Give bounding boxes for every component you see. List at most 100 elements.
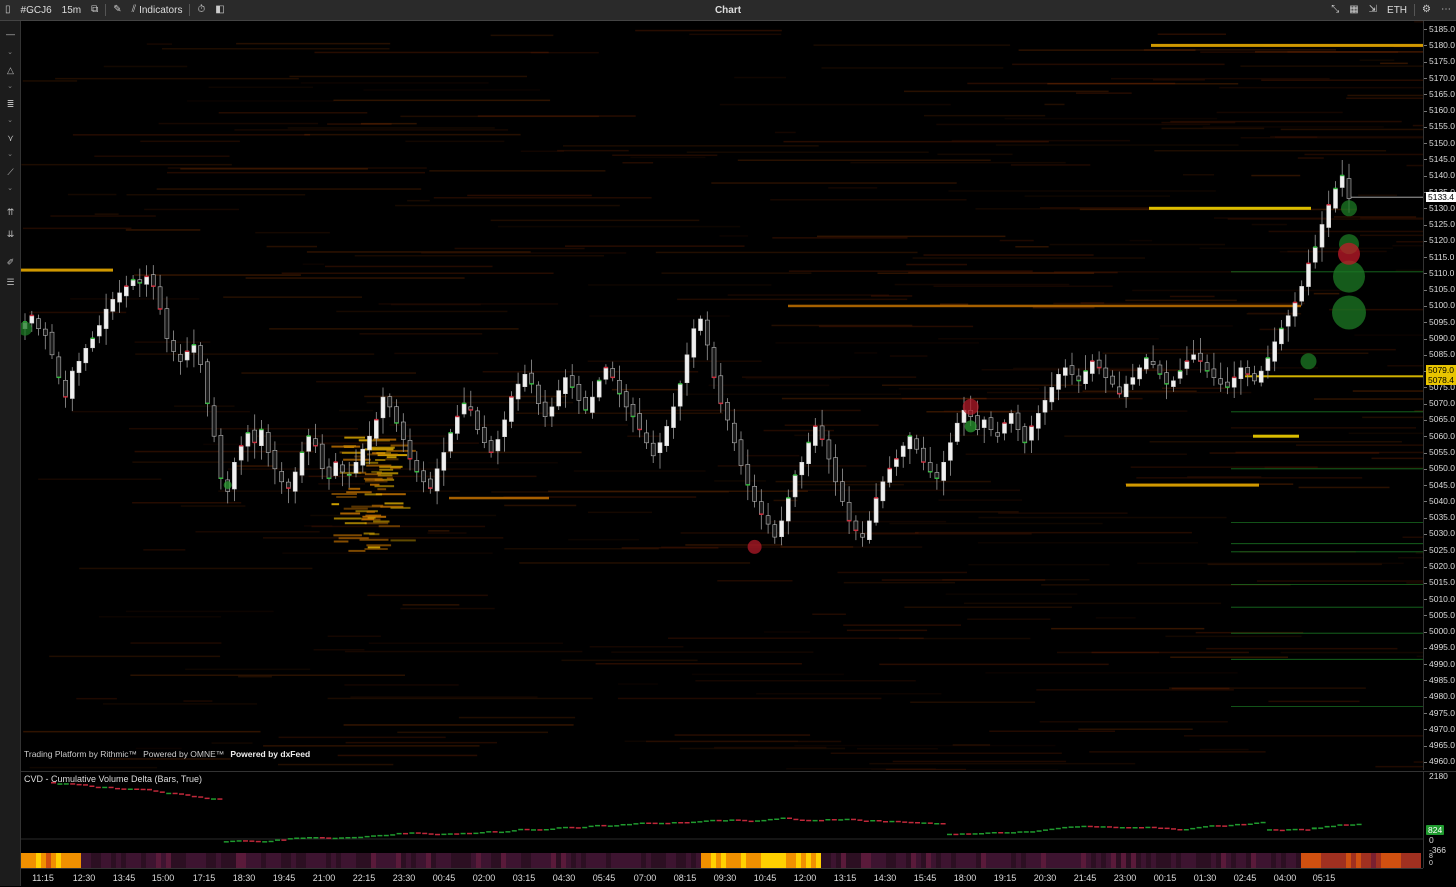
cvd-bar — [915, 822, 920, 824]
short-position-tool[interactable]: ⇊ — [5, 229, 16, 240]
candle-delta-mark — [631, 416, 635, 418]
price-tick — [1424, 534, 1427, 535]
liquidity-streak — [1045, 104, 1065, 106]
price-tick — [1424, 257, 1427, 258]
candle-body — [50, 332, 54, 355]
liquidity-streak — [491, 220, 700, 222]
price-tick — [1424, 420, 1427, 421]
candle-delta-mark — [449, 432, 453, 434]
cvd-bar — [793, 819, 798, 821]
cvd-bar — [723, 820, 728, 822]
cvd-bar — [1126, 827, 1131, 829]
liquidity-streak — [23, 80, 77, 82]
object-list-tool[interactable]: ☰ — [5, 277, 16, 288]
alert-button[interactable]: ⏱ — [192, 0, 210, 20]
curve-tool[interactable]: ⋎ — [5, 133, 16, 144]
cvd-panel[interactable]: CVD - Cumulative Volume Delta (Bars, Tru… — [21, 771, 1423, 854]
candle-delta-mark — [158, 308, 162, 310]
brush-tool[interactable]: ✐ — [5, 257, 16, 268]
candlestick-heatmap-svg[interactable] — [21, 21, 1423, 770]
triangle-tool[interactable]: △ — [5, 65, 16, 76]
time-tick-label: 15:00 — [152, 873, 175, 883]
liquidity-streak — [819, 326, 973, 328]
liquidity-streak — [1131, 466, 1318, 468]
chart-settings-button[interactable]: ⧉ — [86, 0, 103, 20]
candle-delta-mark — [347, 474, 351, 476]
heat-cell — [796, 853, 801, 868]
liquidity-cluster-cell — [336, 496, 357, 498]
more-button[interactable]: ⋯ — [1436, 0, 1456, 20]
liquidity-streak — [843, 624, 961, 626]
calendar-button[interactable]: ▦ — [1344, 0, 1363, 20]
app-menu-button[interactable]: ▯ — [0, 0, 16, 20]
cvd-bar — [134, 789, 139, 791]
cvd-axis: 2180 824 0 -366 — [1423, 771, 1456, 854]
heat-cell — [1146, 853, 1151, 868]
cvd-bar — [275, 839, 280, 841]
long-position-tool[interactable]: ⇈ — [5, 207, 16, 218]
drawing-tool-button[interactable]: ✎ — [108, 0, 126, 20]
candle-delta-mark — [314, 445, 318, 447]
heat-cell — [1151, 853, 1156, 868]
liquidity-streak — [1051, 628, 1204, 630]
ruler-tool[interactable]: ⟋ — [5, 167, 16, 178]
settings-button[interactable]: ⚙ — [1417, 0, 1436, 20]
symbol-selector[interactable]: #GCJ6 — [16, 0, 57, 20]
cvd-bar — [1222, 825, 1227, 827]
candle-body — [665, 426, 669, 445]
cvd-bar — [1107, 826, 1112, 828]
session-selector[interactable]: ETH — [1382, 0, 1412, 20]
candle-body — [550, 407, 554, 416]
liquidity-cluster-cell — [348, 488, 360, 490]
horizontal-line-tool[interactable]: — — [5, 29, 16, 40]
candle-body — [43, 329, 47, 335]
price-tick — [1424, 518, 1427, 519]
liquidity-streak — [157, 188, 422, 190]
indicators-button[interactable]: ⫽Indicators — [127, 0, 188, 20]
liquidity-streak — [223, 296, 362, 298]
zoom-button[interactable]: ⇲ — [1364, 0, 1382, 20]
price-tick — [1424, 78, 1427, 79]
cvd-bar — [1030, 831, 1035, 833]
chevron-down-icon[interactable]: ⌄ — [6, 151, 14, 159]
time-axis[interactable]: 11:1512:3013:4515:0017:1518:3019:4521:00… — [21, 868, 1423, 887]
time-tick-label: 10:45 — [754, 873, 777, 883]
liquidity-streak — [630, 157, 705, 159]
liquidity-streak — [563, 145, 819, 147]
liquidity-streak — [1305, 154, 1424, 156]
chevron-down-icon[interactable]: ⌄ — [6, 49, 14, 57]
cvd-bar — [729, 819, 734, 821]
heat-cell — [836, 853, 841, 868]
candle-body — [1300, 286, 1304, 301]
price-axis[interactable]: 5185.05180.05175.05170.05165.05160.05155… — [1423, 21, 1456, 770]
candle-body — [1266, 358, 1270, 370]
cvd-bar — [998, 832, 1003, 834]
cvd-bar — [416, 832, 421, 834]
chevron-down-icon[interactable]: ⌄ — [6, 185, 14, 193]
candle-delta-mark — [1003, 422, 1007, 424]
price-chart[interactable]: Trading Platform by Rithmic™ Powered by … — [21, 21, 1423, 770]
chevron-down-icon[interactable]: ⌄ — [6, 117, 14, 125]
cvd-bar — [985, 832, 990, 834]
price-tick-label: 5120.0 — [1429, 236, 1455, 245]
timeframe-selector[interactable]: 15m — [57, 0, 86, 20]
liquidity-streak — [278, 764, 393, 766]
cvd-bar — [877, 820, 882, 822]
candle-body — [888, 469, 892, 483]
fib-tool[interactable]: ≣ — [5, 99, 16, 110]
chevron-down-icon[interactable]: ⌄ — [6, 83, 14, 91]
candle-delta-mark — [408, 458, 412, 460]
heat-cell — [196, 853, 201, 868]
liquidity-streak — [838, 572, 968, 574]
layout-button[interactable]: ◧ — [210, 0, 229, 20]
price-tick — [1424, 94, 1427, 95]
liquidity-streak — [1132, 290, 1357, 292]
candle-body — [415, 460, 419, 472]
liquidity-streak — [588, 512, 652, 513]
heat-cell — [791, 853, 796, 868]
liquidity-streak — [130, 675, 405, 677]
price-tick-label: 5005.0 — [1429, 611, 1455, 620]
collapse-button[interactable]: ⤡ — [1326, 0, 1344, 20]
candle-delta-mark — [813, 425, 817, 427]
heat-cell — [331, 853, 336, 868]
